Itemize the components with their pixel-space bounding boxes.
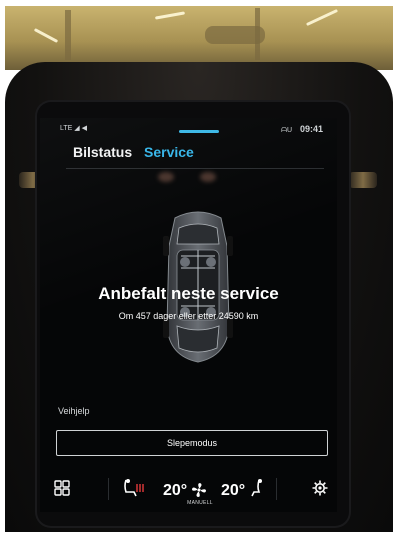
signal-indicator: LTE ◢ ◀ bbox=[60, 125, 87, 132]
fan-icon[interactable] bbox=[191, 482, 207, 498]
ceiling-pipe bbox=[65, 10, 71, 60]
tab-bar: Bilstatus Service bbox=[73, 144, 202, 164]
screen-glare bbox=[200, 172, 216, 182]
service-headline: Anbefalt neste service bbox=[98, 284, 279, 303]
ceiling-light bbox=[154, 11, 186, 20]
status-bar: LTE ◢ ◀ ᗩU 09:41 bbox=[40, 122, 337, 136]
seat-icon[interactable] bbox=[250, 478, 264, 498]
ceiling-light bbox=[33, 28, 59, 43]
connection-indicator: ᗩU bbox=[281, 127, 293, 134]
ceiling-light bbox=[305, 8, 339, 27]
tow-mode-button[interactable]: Slepemodus bbox=[56, 430, 328, 456]
seat-heat-icon[interactable] bbox=[122, 478, 144, 498]
pull-down-handle[interactable] bbox=[179, 130, 219, 133]
bar-divider bbox=[108, 478, 109, 500]
fan-mode-label: MANUELL bbox=[187, 500, 213, 506]
garage-ceiling-background bbox=[5, 6, 393, 70]
right-temperature[interactable]: 20° bbox=[221, 482, 245, 500]
gear-icon[interactable] bbox=[312, 480, 328, 496]
grid-icon[interactable] bbox=[54, 480, 70, 496]
status-right: ᗩU 09:41 bbox=[281, 124, 323, 135]
screen-glare bbox=[158, 172, 174, 182]
tab-bilstatus[interactable]: Bilstatus bbox=[73, 144, 132, 160]
bar-divider bbox=[276, 478, 277, 500]
clock: 09:41 bbox=[299, 124, 323, 134]
ceiling-pipe bbox=[255, 8, 260, 60]
header-divider bbox=[66, 168, 324, 169]
infotainment-screen: LTE ◢ ◀ ᗩU 09:41 Bilstatus Service Anbef… bbox=[40, 118, 337, 512]
left-temperature[interactable]: 20° bbox=[163, 482, 187, 500]
climate-bar: 20° 20° MANUELL bbox=[40, 470, 337, 512]
service-detail: Om 457 dager eller etter 24590 km bbox=[118, 311, 259, 321]
air-vent-right bbox=[349, 172, 377, 188]
roadside-assistance-label: Veihjelp bbox=[58, 406, 90, 416]
tab-service[interactable]: Service bbox=[144, 144, 194, 160]
